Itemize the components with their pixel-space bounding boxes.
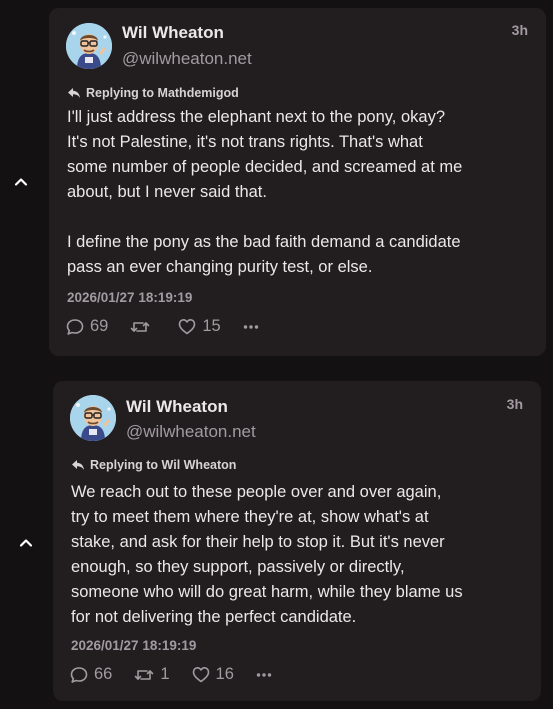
- post-body: I'll just address the elephant next to t…: [67, 105, 537, 280]
- repost-count: 1: [160, 665, 170, 683]
- reply-button[interactable]: 69: [66, 317, 108, 336]
- like-count: 15: [202, 317, 221, 335]
- repost-button[interactable]: 1: [134, 665, 170, 684]
- author-name[interactable]: Wil Wheaton: [126, 397, 228, 417]
- comment-bubble-icon: [66, 318, 84, 335]
- post-body-line: stake, and ask for their help to stop it…: [71, 533, 445, 551]
- comment-bubble-icon: [70, 666, 88, 683]
- more-options-button[interactable]: [243, 324, 259, 330]
- reply-count: 66: [94, 665, 113, 683]
- post-actions: 69 15: [66, 317, 259, 336]
- post-body-line: try to meet them where they're at, show …: [71, 508, 429, 526]
- post-card: Wil Wheaton @wilwheaton.net 3h Replying …: [53, 381, 541, 701]
- author-handle[interactable]: @wilwheaton.net: [122, 49, 252, 69]
- collapse-thread-button-1[interactable]: [13, 174, 29, 190]
- post-timestamp: 2026/01/27 18:19:19: [67, 290, 193, 305]
- like-button[interactable]: 16: [192, 665, 234, 684]
- post-body-line: It's not Palestine, it's not trans right…: [67, 133, 423, 151]
- heart-icon: [179, 319, 196, 335]
- avatar[interactable]: [70, 395, 116, 441]
- post-time: 3h: [506, 396, 523, 412]
- post-actions: 66 1 16: [70, 665, 272, 684]
- author-handle[interactable]: @wilwheaton.net: [126, 422, 256, 442]
- collapse-thread-button-2[interactable]: [18, 535, 34, 551]
- post-body-line: We reach out to these people over and ov…: [71, 483, 442, 501]
- post-body-line: pass an ever changing purity test, or el…: [67, 258, 373, 276]
- reply-arrow-icon: [72, 460, 84, 470]
- heart-icon: [192, 667, 209, 683]
- reply-context[interactable]: Replying to Wil Wheaton: [71, 458, 236, 472]
- reply-button[interactable]: 66: [70, 665, 112, 684]
- reply-context-label: Replying to Wil Wheaton: [90, 458, 237, 472]
- post-body-line: about, but I never said that.: [67, 183, 267, 201]
- reply-context-label: Replying to Mathdemigod: [86, 86, 239, 100]
- post-body-line: I define the pony as the bad faith deman…: [67, 233, 461, 251]
- ellipsis-icon: [256, 672, 272, 677]
- repost-icon: [135, 669, 154, 680]
- chevron-up-icon: [14, 178, 28, 186]
- post-time: 3h: [511, 22, 528, 38]
- post-body-line: someone who will do great harm, while th…: [71, 583, 463, 601]
- post-body-line: I'll just address the elephant next to t…: [67, 108, 446, 126]
- like-count: 16: [215, 665, 234, 683]
- ellipsis-icon: [243, 324, 258, 329]
- post-body-line: for not delivering the perfect candidate…: [71, 608, 357, 626]
- post-body-line: some number of people decided, and screa…: [67, 158, 463, 176]
- repost-icon: [131, 321, 150, 332]
- author-name[interactable]: Wil Wheaton: [122, 23, 224, 43]
- post-body: We reach out to these people over and ov…: [71, 480, 541, 630]
- reply-arrow-icon: [68, 88, 80, 98]
- avatar[interactable]: [66, 23, 112, 69]
- chevron-up-icon: [19, 539, 33, 547]
- post-body-line: enough, so they support, passively or di…: [71, 558, 405, 576]
- like-button[interactable]: 15: [178, 317, 221, 336]
- post-timestamp: 2026/01/27 18:19:19: [71, 638, 197, 653]
- reply-count: 69: [90, 317, 109, 335]
- more-options-button[interactable]: [256, 672, 272, 678]
- repost-button[interactable]: [130, 318, 156, 336]
- post-card: Wil Wheaton @wilwheaton.net 3h Replying …: [49, 8, 546, 356]
- reply-context[interactable]: Replying to Mathdemigod: [67, 86, 239, 100]
